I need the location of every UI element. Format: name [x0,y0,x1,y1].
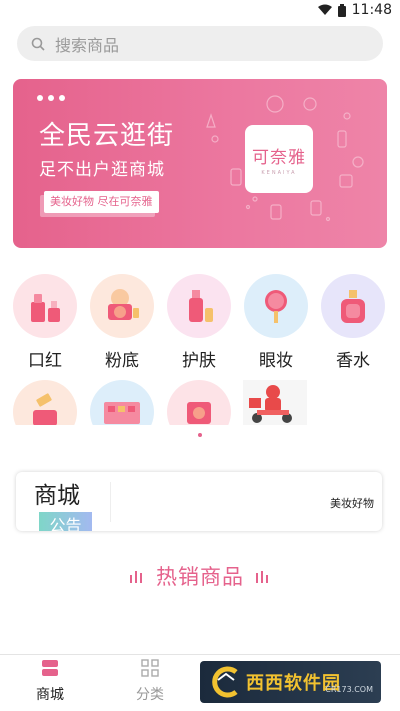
category-label: 护肤 [182,351,216,371]
grid-icon [141,659,159,677]
perfume-icon [321,274,385,338]
eye-makeup-icon [244,274,308,338]
wifi-icon [317,4,332,15]
category-label: 口红 [28,351,62,371]
skincare-icon [167,274,231,338]
banner-tag: 美妆好物 尽在可奈雅 [44,191,159,213]
promo-banner[interactable]: 全民云逛街 足不出户逛商城 美妆好物 尽在可奈雅 可奈雅 KENAIYA [13,79,387,248]
search-placeholder: 搜索商品 [55,35,120,55]
brand-logo-text: 可奈雅 [252,147,306,168]
watermark-logo-icon [208,666,242,698]
banner-dots [37,95,65,101]
brand-logo-subtext: KENAIYA [261,169,297,176]
category-perfume[interactable]: 香水 [320,274,386,371]
category-cream[interactable] [12,380,78,425]
eyeshadow-palette-icon [90,380,154,425]
page-indicator [198,433,202,437]
search-input[interactable]: 搜索商品 [17,26,383,61]
hot-products-header: 热销商品 [0,558,400,594]
banner-subtitle: 足不出户逛商城 [39,160,165,180]
search-icon [31,37,45,51]
category-eyeshadow[interactable] [89,380,155,425]
category-delivery[interactable] [243,380,309,425]
store-icon [42,660,58,676]
category-label: 粉底 [105,351,139,371]
notice-title: 商城 [34,483,80,509]
nav-store[interactable]: 商城 [20,659,80,704]
notice-badge: 公告 [39,512,92,531]
delivery-rider-icon [243,380,307,425]
notice-divider [110,482,111,522]
nav-category-label: 分类 [136,687,164,703]
hot-right-bars-icon [256,571,268,583]
hot-left-bars-icon [130,571,142,583]
category-eye-makeup[interactable]: 眼妆 [243,274,309,371]
category-compact[interactable] [166,380,232,425]
status-icons: 11:48 [317,2,392,18]
banner-title: 全民云逛街 [39,121,175,151]
status-bar: 11:48 [0,0,400,22]
lipstick-icon [13,274,77,338]
battery-icon [337,3,346,17]
nav-store-label: 商城 [36,687,64,703]
foundation-icon [90,274,154,338]
category-lipstick[interactable]: 口红 [12,274,78,371]
notice-text: 美妆好物 [330,497,374,510]
category-label: 香水 [336,351,370,371]
compact-powder-icon [167,380,231,425]
nav-category[interactable]: 分类 [120,659,180,704]
hot-products-title: 热销商品 [156,565,244,589]
site-watermark: 西西软件园 CR173.COM [200,661,381,703]
status-time: 11:48 [351,2,392,18]
category-foundation[interactable]: 粉底 [89,274,155,371]
category-skincare[interactable]: 护肤 [166,274,232,371]
cream-jar-icon [13,380,77,425]
brand-logo: 可奈雅 KENAIYA [245,125,313,193]
watermark-url: CR173.COM [325,685,373,694]
category-label: 眼妆 [259,351,293,371]
notice-bar[interactable]: 商城 公告 美妆好物 [16,472,382,531]
